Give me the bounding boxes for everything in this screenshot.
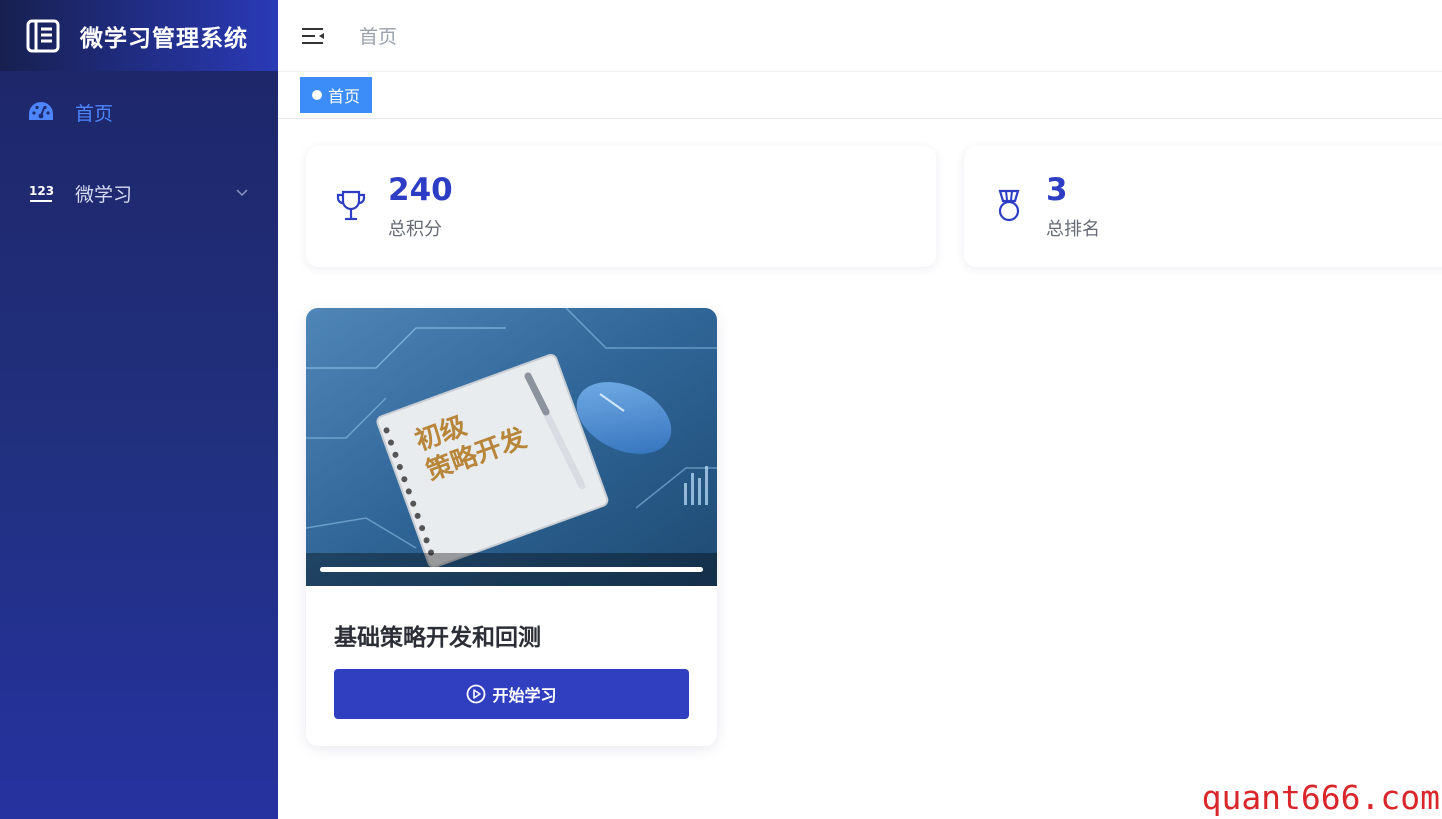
menu-fold-icon[interactable] [301,23,327,49]
start-learning-label: 开始学习 [492,686,557,705]
medal-icon [992,188,1026,224]
sidebar-item-label: 首页 [75,102,114,125]
tag-active-dot [312,90,322,100]
tags-view-bar: 首页 [278,72,1442,119]
sidebar-item-label: 微学习 [75,183,133,206]
stat-value: 3 [1046,172,1068,208]
stat-card-total-points: 240 总积分 [306,146,936,267]
breadcrumb[interactable]: 首页 [359,22,397,49]
book-logo-icon [26,19,60,53]
tag-home[interactable]: 首页 [300,77,373,113]
course-cover-image[interactable]: 初级 策略开发 [306,308,717,586]
start-learning-button[interactable]: 开始学习 [334,669,689,719]
sidebar-item-home[interactable]: 首页 [0,86,278,138]
watermark-text: quant666.com [1201,778,1440,817]
play-circle-icon [466,684,486,704]
course-card[interactable]: 初级 策略开发 基础策略开发和回测 开始学习 [306,308,717,746]
course-progress-fill [320,567,703,572]
course-title: 基础策略开发和回测 [334,625,541,651]
sidebar: 微学习管理系统 首页 123 微学习 [0,0,278,819]
stat-card-total-rank: 3 总排名 [964,146,1442,267]
stat-label: 总积分 [388,219,442,240]
stat-value: 240 [388,172,453,208]
top-header: 首页 [278,0,1442,72]
numbers-123-icon: 123 [28,180,54,206]
tag-label: 首页 [328,87,361,106]
sidebar-item-micro-learning[interactable]: 123 微学习 [0,167,278,219]
stat-label: 总排名 [1046,219,1100,240]
app-title: 微学习管理系统 [80,25,248,52]
app-root: 微学习管理系统 首页 123 微学习 首页 首页 240 总积分 3 总排名 初… [0,0,1442,819]
chevron-down-icon[interactable] [234,184,250,200]
svg-text:123: 123 [29,184,54,198]
trophy-icon [334,188,368,224]
dashboard-icon [28,99,54,125]
brand[interactable]: 微学习管理系统 [0,0,278,71]
